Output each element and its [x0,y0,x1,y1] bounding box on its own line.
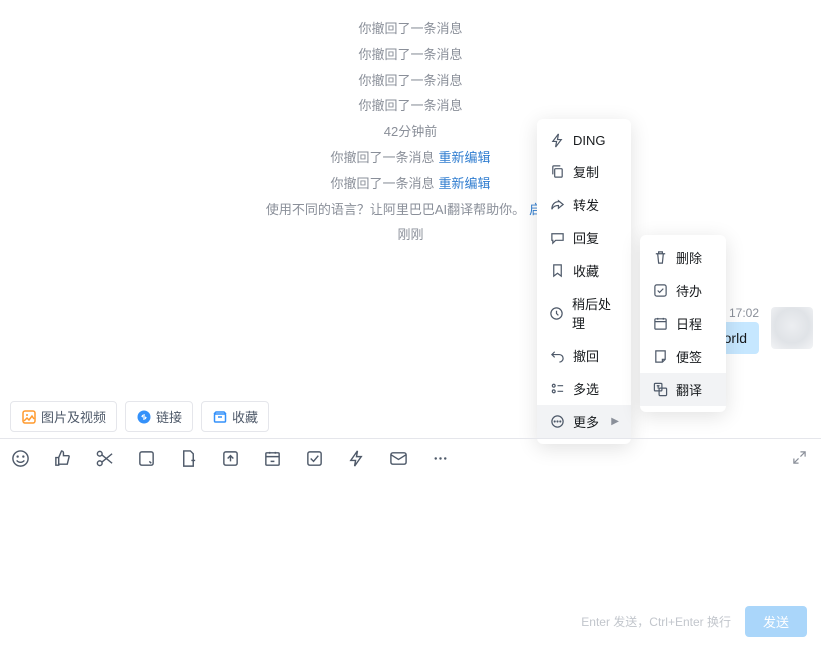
input-divider [0,438,821,439]
menu-more[interactable]: 更多 ▶ [537,405,631,438]
menu-delete[interactable]: 删除 [640,241,726,274]
pill-label: 收藏 [232,407,258,426]
menu-favorite[interactable]: 收藏 [537,254,631,287]
recall-text: 你撤回了一条消息 [330,176,434,191]
recall-notice-editable: 你撤回了一条消息重新编辑 [0,174,821,195]
context-menu: DING 复制 转发 回复 收藏 稍后处理 撤回 多选 更多 ▶ [537,119,631,444]
send-hint: Enter 发送，Ctrl+Enter 换行 [581,613,731,630]
media-pill[interactable]: 图片及视频 [10,401,117,432]
emoji-icon[interactable] [10,448,30,468]
clock-icon [549,305,564,321]
menu-label: 撤回 [573,346,599,365]
menu-label: 收藏 [573,261,599,280]
menu-label: 日程 [676,314,702,333]
menu-todo[interactable]: 待办 [640,274,726,307]
menu-later[interactable]: 稍后处理 [537,287,631,339]
menu-label: 回复 [573,228,599,247]
footer-bar: Enter 发送，Ctrl+Enter 换行 发送 [581,606,807,637]
translate-icon [652,382,668,398]
menu-copy[interactable]: 复制 [537,155,631,188]
chevron-right-icon: ▶ [611,416,619,427]
link-pill[interactable]: 链接 [125,401,193,432]
check-circle-icon [652,283,668,299]
ai-translate-prompt: 使用不同的语言？让阿里巴巴AI翻译帮助你。启用 [0,200,821,221]
menu-label: 翻译 [676,380,702,399]
menu-label: 便签 [676,347,702,366]
menu-note[interactable]: 便签 [640,340,726,373]
ding-icon[interactable] [346,448,366,468]
re-edit-link[interactable]: 重新编辑 [439,176,491,191]
input-toolbar [10,448,450,468]
pill-label: 链接 [156,407,182,426]
message-input[interactable] [0,478,821,607]
calendar-icon [652,316,668,332]
menu-label: 复制 [573,162,599,181]
menu-label: 转发 [573,195,599,214]
calendar-icon[interactable] [262,448,282,468]
file-add-icon[interactable] [178,448,198,468]
recall-notice-editable: 你撤回了一条消息重新编辑 [0,148,821,169]
recall-notice: 你撤回了一条消息 [0,45,821,66]
note-icon [652,349,668,365]
menu-reply[interactable]: 回复 [537,221,631,254]
re-edit-link[interactable]: 重新编辑 [439,150,491,165]
menu-label: 更多 [573,412,599,431]
menu-label: 删除 [676,248,702,267]
checklist-icon [549,381,565,397]
menu-multiselect[interactable]: 多选 [537,372,631,405]
reply-icon [549,230,565,246]
bookmark-icon [549,263,565,279]
more-icon[interactable] [430,448,450,468]
image-icon [21,409,37,425]
menu-label: 稍后处理 [572,294,619,332]
upload-icon[interactable] [220,448,240,468]
quick-links-bar: 图片及视频 链接 收藏 [10,401,269,432]
recall-text: 你撤回了一条消息 [330,150,434,165]
send-button[interactable]: 发送 [745,606,807,637]
menu-forward[interactable]: 转发 [537,188,631,221]
context-submenu: 删除 待办 日程 便签 翻译 [640,235,726,412]
menu-ding[interactable]: DING [537,125,631,155]
menu-schedule[interactable]: 日程 [640,307,726,340]
time-divider: 42分钟前 [0,122,821,143]
recall-notice: 你撤回了一条消息 [0,71,821,92]
message-timestamp: 17:02 [729,306,759,320]
mail-icon[interactable] [388,448,408,468]
pill-label: 图片及视频 [41,407,106,426]
menu-label: 待办 [676,281,702,300]
thumbs-up-icon[interactable] [52,448,72,468]
lightning-icon [549,132,565,148]
link-icon [136,409,152,425]
ai-prompt-text: 使用不同的语言？让阿里巴巴AI翻译帮助你。 [266,202,525,217]
trash-icon [652,250,668,266]
more-icon [549,414,565,430]
card-icon[interactable] [136,448,156,468]
expand-icon[interactable] [792,450,807,465]
menu-translate[interactable]: 翻译 [640,373,726,406]
scissors-icon[interactable] [94,448,114,468]
menu-label: 多选 [573,379,599,398]
avatar[interactable] [771,307,813,349]
favorite-pill[interactable]: 收藏 [201,401,269,432]
copy-icon [549,164,565,180]
recall-notice: 你撤回了一条消息 [0,19,821,40]
menu-label: DING [573,133,606,148]
recall-notice: 你撤回了一条消息 [0,96,821,117]
undo-icon [549,348,565,364]
task-icon[interactable] [304,448,324,468]
menu-recall[interactable]: 撤回 [537,339,631,372]
forward-icon [549,197,565,213]
box-icon [212,409,228,425]
